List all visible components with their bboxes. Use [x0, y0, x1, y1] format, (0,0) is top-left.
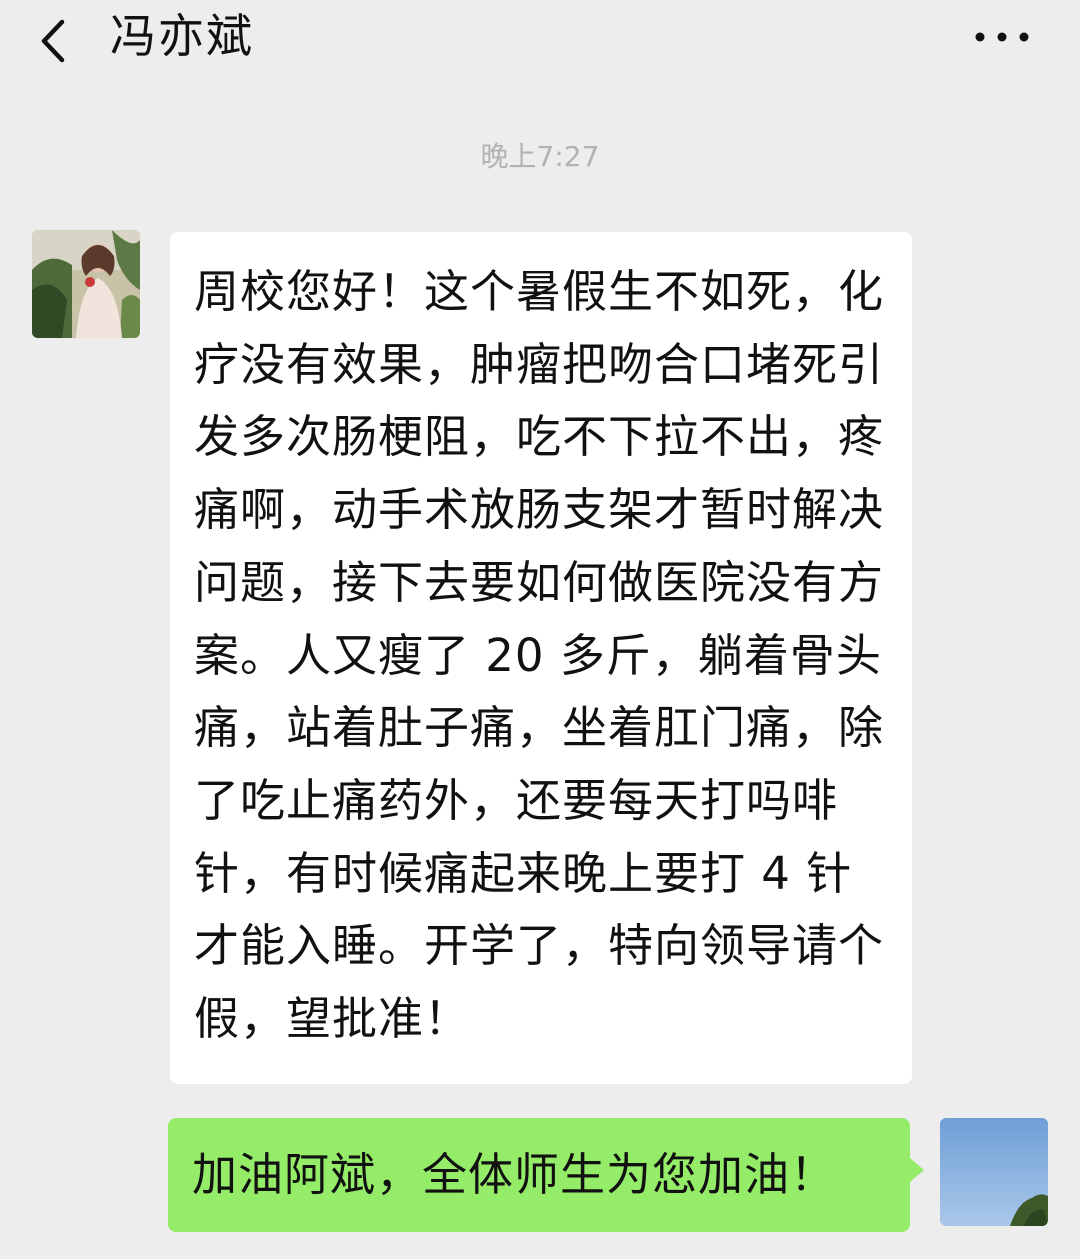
outgoing-bubble-tail: [910, 1158, 924, 1182]
incoming-message-text: 周校您好！这个暑假生不如死，化疗没有效果，肿瘤把吻合口堵死引发多次肠梗阻，吃不下…: [194, 265, 885, 1046]
contact-avatar[interactable]: [32, 230, 140, 338]
outgoing-message-text: 加油阿斌，全体师生为您加油！: [192, 1148, 837, 1201]
chat-title: 冯亦斌: [110, 9, 254, 63]
chevron-left-icon: [41, 19, 65, 63]
my-avatar[interactable]: [940, 1118, 1048, 1226]
more-horizontal-icon: [975, 32, 1029, 42]
outgoing-message-bubble[interactable]: 加油阿斌，全体师生为您加油！: [168, 1118, 910, 1232]
my-avatar-image: [940, 1118, 1048, 1226]
message-timestamp: 晚上7:27: [480, 140, 600, 173]
incoming-message-bubble[interactable]: 周校您好！这个暑假生不如死，化疗没有效果，肿瘤把吻合口堵死引发多次肠梗阻，吃不下…: [170, 232, 912, 1084]
contact-avatar-image: [32, 230, 140, 338]
back-button[interactable]: [30, 8, 80, 68]
more-button[interactable]: [972, 22, 1032, 52]
chat-header: 冯亦斌: [0, 0, 1080, 80]
